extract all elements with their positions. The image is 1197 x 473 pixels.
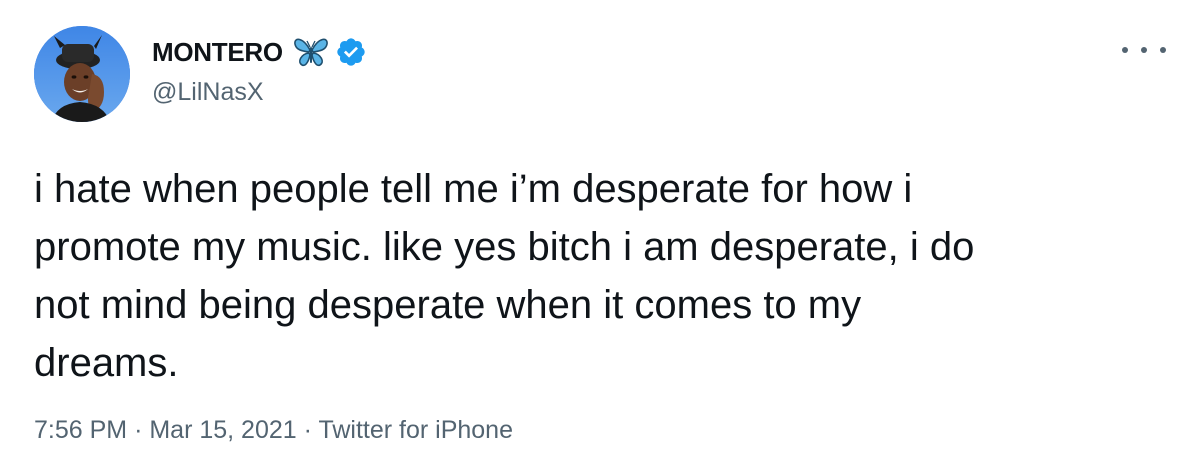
author-handle[interactable]: @LilNasX (152, 76, 264, 108)
tweet-source-link[interactable]: Twitter for iPhone (318, 416, 513, 444)
verified-badge-icon (335, 36, 367, 68)
butterfly-icon (291, 35, 331, 69)
tweet-text-line: dreams. (34, 341, 179, 385)
tweet-text-line: not mind being desperate when it comes t… (34, 283, 862, 327)
tweet-text-line: promote my music. like yes bitch i am de… (34, 225, 975, 269)
tweet-text-line: i hate when people tell me i’m desperate… (34, 167, 913, 211)
meta-separator: · (303, 416, 312, 444)
avatar[interactable] (34, 26, 130, 122)
more-horizontal-icon-dot-3 (1160, 47, 1166, 53)
more-horizontal-icon-dot-2 (1141, 47, 1147, 53)
display-name[interactable]: MONTERO (152, 34, 283, 70)
tweet-date: Mar 15, 2021 (149, 416, 297, 444)
tweet-meta: 7:56 PM · Mar 15, 2021 · Twitter for iPh… (34, 410, 513, 450)
tweet-time-link[interactable]: 7:56 PM · Mar 15, 2021 (34, 416, 297, 444)
author-name-row[interactable]: MONTERO (152, 34, 367, 70)
meta-separator: · (134, 416, 143, 444)
more-options-button[interactable] (1122, 38, 1166, 62)
tweet-card: MONTERO @LilNasX i hate when people tell… (0, 0, 1197, 473)
tweet-time: 7:56 PM (34, 416, 128, 444)
tweet-text: i hate when people tell me i’m desperate… (34, 160, 1154, 392)
more-horizontal-icon (1122, 47, 1128, 53)
